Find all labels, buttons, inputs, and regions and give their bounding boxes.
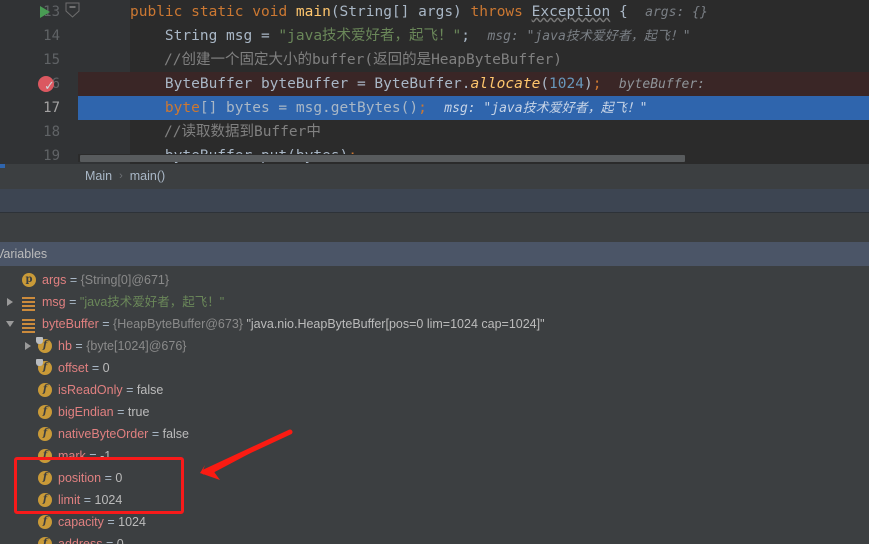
equals-sign: = (69, 295, 77, 309)
annotation-arrow-icon (200, 429, 293, 480)
code-text-14: String msg = "java技术爱好者，起飞！"; msg: "java… (130, 28, 691, 44)
variable-name: bigEndian (58, 405, 114, 419)
variable-row-msg[interactable]: msg = "java技术爱好者，起飞！" (0, 291, 869, 313)
equals-sign: = (91, 361, 100, 375)
code-text-16: ByteBuffer byteBuffer = ByteBuffer.alloc… (130, 76, 705, 92)
field-final-icon: f (36, 337, 52, 353)
fold-collapse-icon[interactable] (64, 2, 81, 18)
variable-name: byteBuffer (42, 317, 99, 331)
variable-row-bigendian[interactable]: f bigEndian = true (0, 401, 869, 423)
variable-value: "java技术爱好者，起飞！" (79, 295, 225, 309)
code-line-15[interactable]: 15 //创建一个固定大小的buffer(返回的是HeapByteBuffer) (0, 48, 869, 72)
code-text-17: byte[] bytes = msg.getBytes(); msg: "jav… (164, 100, 648, 116)
variables-title: Variables (0, 247, 48, 261)
variable-value: {byte[1024]@676} (86, 339, 187, 353)
equals-sign: = (69, 273, 78, 287)
field-icon: f (38, 383, 52, 397)
line-number-13: 13 (43, 4, 60, 20)
code-text-15: //创建一个固定大小的buffer(返回的是HeapByteBuffer) (164, 52, 563, 68)
collapse-arrow-icon[interactable] (6, 321, 14, 327)
line-number-17: 17 (43, 100, 60, 116)
variable-name: hb (58, 339, 72, 353)
variable-name: msg (42, 295, 66, 309)
run-arrow-icon[interactable] (40, 6, 50, 18)
field-icon: f (38, 515, 52, 529)
equals-sign: = (107, 515, 115, 529)
variable-name: isReadOnly (58, 383, 123, 397)
variable-value-detail: "java.nio.HeapByteBuffer[pos=0 lim=1024 … (246, 317, 545, 331)
variable-value: false (136, 383, 164, 397)
code-editor[interactable]: 13 public static void main(String[] args… (0, 0, 869, 164)
parameter-icon: p (22, 273, 36, 287)
variable-value: 0 (116, 537, 124, 544)
variables-header[interactable]: Variables (0, 242, 869, 266)
debug-tab-strip[interactable] (0, 189, 869, 213)
inlay-hint-14: msg: "java技术爱好者，起飞！" (487, 29, 691, 44)
variable-value: true (127, 405, 150, 419)
code-text-13: public static void main(String[] args) t… (130, 4, 708, 20)
variable-row-offset[interactable]: f offset = 0 (0, 357, 869, 379)
line-number-19: 19 (43, 148, 60, 164)
breadcrumb-class[interactable]: Main (85, 164, 112, 189)
line-number-18: 18 (43, 124, 60, 140)
variable-value: {String[0]@671} (80, 273, 170, 287)
equals-sign: = (75, 339, 83, 353)
field-icon: f (38, 537, 52, 544)
variable-row-capacity[interactable]: f capacity = 1024 (0, 511, 869, 533)
variable-name: address (58, 537, 103, 544)
breadcrumb-method[interactable]: main() (130, 164, 165, 189)
editor-marker-stripe (0, 164, 5, 168)
variable-row-isreadonly[interactable]: f isReadOnly = false (0, 379, 869, 401)
variable-name: offset (58, 361, 89, 375)
code-line-13[interactable]: 13 public static void main(String[] args… (0, 0, 869, 24)
field-icon: f (38, 405, 52, 419)
code-line-17[interactable]: 17 byte[] bytes = msg.getBytes(); msg: "… (0, 96, 869, 120)
code-text-18: //读取数据到Buffer中 (164, 124, 321, 140)
variable-row-bytebuffer[interactable]: byteBuffer = {HeapByteBuffer@673} "java.… (0, 313, 869, 335)
equals-sign: = (105, 537, 114, 544)
field-icon: f (38, 427, 52, 441)
editor-horizontal-scrollbar-thumb[interactable] (80, 155, 685, 162)
variable-name: capacity (58, 515, 104, 529)
code-line-16[interactable]: 16 ✓ ByteBuffer byteBuffer = ByteBuffer.… (0, 72, 869, 96)
variable-row-hb[interactable]: f hb = {byte[1024]@676} (0, 335, 869, 357)
debugger-toolbar[interactable] (0, 213, 869, 449)
variable-value: {HeapByteBuffer@673} (113, 317, 243, 331)
code-line-14[interactable]: 14 String msg = "java技术爱好者，起飞！"; msg: "j… (0, 24, 869, 48)
breadcrumb-separator-icon: › (119, 170, 123, 182)
variable-row-args[interactable]: p args = {String[0]@671} (0, 269, 869, 291)
equals-sign: = (126, 383, 134, 397)
variable-value: 1024 (118, 515, 146, 529)
variable-value: 0 (102, 361, 110, 375)
breadcrumb[interactable]: Main › main() (0, 164, 869, 189)
line-number-14: 14 (43, 28, 60, 44)
annotation-highlight-box (14, 457, 184, 514)
expand-arrow-icon[interactable] (7, 298, 13, 306)
breakpoint-verified-check-icon: ✓ (43, 77, 56, 94)
inlay-hint-16: byteBuffer: (618, 77, 705, 92)
variable-name: nativeByteOrder (58, 427, 149, 441)
variable-name: args (42, 273, 67, 287)
expand-arrow-icon[interactable] (25, 342, 31, 350)
equals-sign: = (151, 427, 160, 441)
inlay-hint-17: msg: "java技术爱好者，起飞！" (444, 101, 648, 116)
field-final-icon: f (36, 359, 52, 375)
variable-row-nativebyteorder[interactable]: f nativeByteOrder = false (0, 423, 869, 445)
equals-sign: = (117, 405, 125, 419)
inlay-hint-13: args: {} (645, 5, 708, 20)
line-number-15: 15 (43, 52, 60, 68)
variable-row-address[interactable]: f address = 0 (0, 533, 869, 544)
equals-sign: = (102, 317, 110, 331)
code-line-18[interactable]: 18 //读取数据到Buffer中 (0, 120, 869, 144)
intellij-debugger-window: 13 public static void main(String[] args… (0, 0, 869, 544)
value-list-icon (22, 317, 36, 333)
value-list-icon (22, 295, 36, 311)
